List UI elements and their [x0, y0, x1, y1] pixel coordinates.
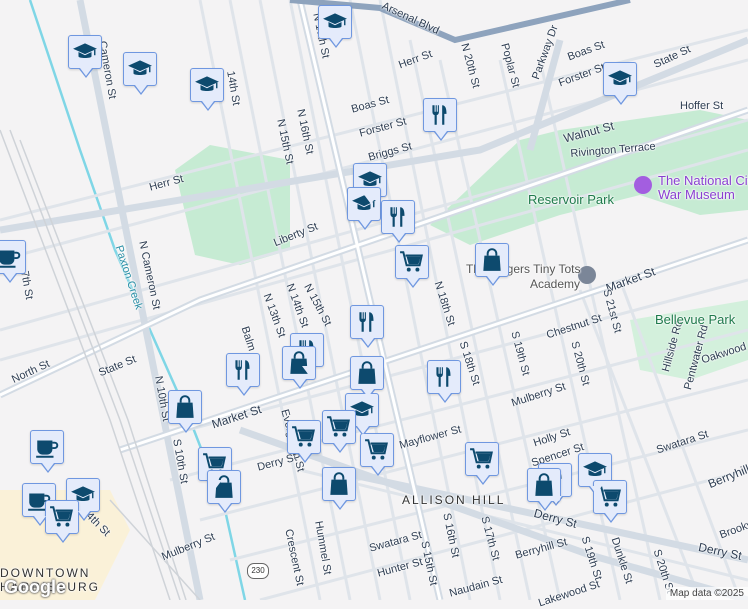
fork-knife-icon	[431, 364, 457, 390]
map-marker-shopping-bag[interactable]	[350, 356, 384, 399]
map-marker-graduation-cap[interactable]	[318, 5, 352, 48]
fork-knife-icon	[427, 102, 453, 128]
map-marker-coffee-cup[interactable]	[0, 240, 26, 283]
map-marker-fork-knife[interactable]	[226, 353, 260, 396]
shopping-cart-icon	[49, 504, 75, 530]
shopping-cart-icon	[469, 446, 495, 472]
fork-knife-icon	[385, 204, 411, 230]
map-marker-graduation-cap[interactable]	[68, 35, 102, 78]
graduation-cap-icon	[351, 191, 377, 217]
map-marker-graduation-cap[interactable]	[603, 62, 637, 105]
map-marker-shopping-cart[interactable]	[395, 245, 429, 288]
museum-label-line1[interactable]: The National Civil	[658, 174, 748, 188]
fork-knife-icon	[354, 309, 380, 335]
map-marker-fork-knife[interactable]	[381, 200, 415, 243]
street-label: Hoffer St	[680, 100, 724, 112]
map-marker-fork-knife[interactable]	[427, 360, 461, 403]
map-marker-shopping-cart[interactable]	[287, 420, 321, 463]
map-marker-fork-knife[interactable]	[423, 98, 457, 141]
shopping-bag-icon	[172, 394, 198, 420]
fork-knife-icon	[230, 357, 256, 383]
museum-icon[interactable]	[634, 176, 652, 194]
shopping-cart-icon	[291, 424, 317, 450]
shopping-bag-icon	[531, 472, 557, 498]
map-marker-shopping-bag[interactable]	[282, 346, 316, 389]
map-marker-graduation-cap[interactable]	[123, 52, 157, 95]
google-logo[interactable]: Google	[4, 577, 66, 598]
shopping-bag-icon	[326, 471, 352, 497]
map-marker-shopping-bag[interactable]	[322, 467, 356, 510]
map-marker-shopping-cart[interactable]	[45, 500, 79, 543]
shopping-cart-icon	[326, 414, 352, 440]
map-marker-shopping-bag[interactable]	[475, 243, 509, 286]
reservoir-park-label[interactable]: Reservoir Park	[528, 192, 614, 207]
map-marker-coffee-cup[interactable]	[30, 430, 64, 473]
graduation-cap-icon	[127, 56, 153, 82]
shopping-bag-icon	[354, 360, 380, 386]
map-marker-graduation-cap[interactable]	[347, 187, 381, 230]
map-marker-shopping-cart[interactable]	[322, 410, 356, 453]
map-marker-shopping-cart[interactable]	[465, 442, 499, 485]
map-attribution[interactable]: Map data ©2025	[665, 587, 748, 600]
bellevue-park-label[interactable]: Bellevue Park	[655, 312, 735, 327]
map-marker-fork-knife[interactable]	[350, 305, 384, 348]
coffee-cup-icon	[34, 434, 60, 460]
graduation-cap-icon	[607, 66, 633, 92]
shopping-cart-icon	[364, 437, 390, 463]
map-marker-shopping-cart[interactable]	[360, 433, 394, 476]
graduation-cap-icon	[72, 39, 98, 65]
route-shield: 230	[247, 563, 269, 579]
museum-label-line2[interactable]: War Museum	[658, 188, 735, 202]
map-marker-graduation-cap[interactable]	[190, 68, 224, 111]
shopping-bag-icon	[479, 247, 505, 273]
academy-label-line2[interactable]: Academy	[530, 277, 580, 291]
shopping-cart-icon	[399, 249, 425, 275]
neighborhood-label: ALLISON HILL	[402, 493, 506, 507]
graduation-cap-icon	[194, 72, 220, 98]
graduation-cap-icon	[322, 9, 348, 35]
coffee-cup-icon	[0, 244, 22, 270]
map-marker-shopping-bag[interactable]	[168, 390, 202, 433]
